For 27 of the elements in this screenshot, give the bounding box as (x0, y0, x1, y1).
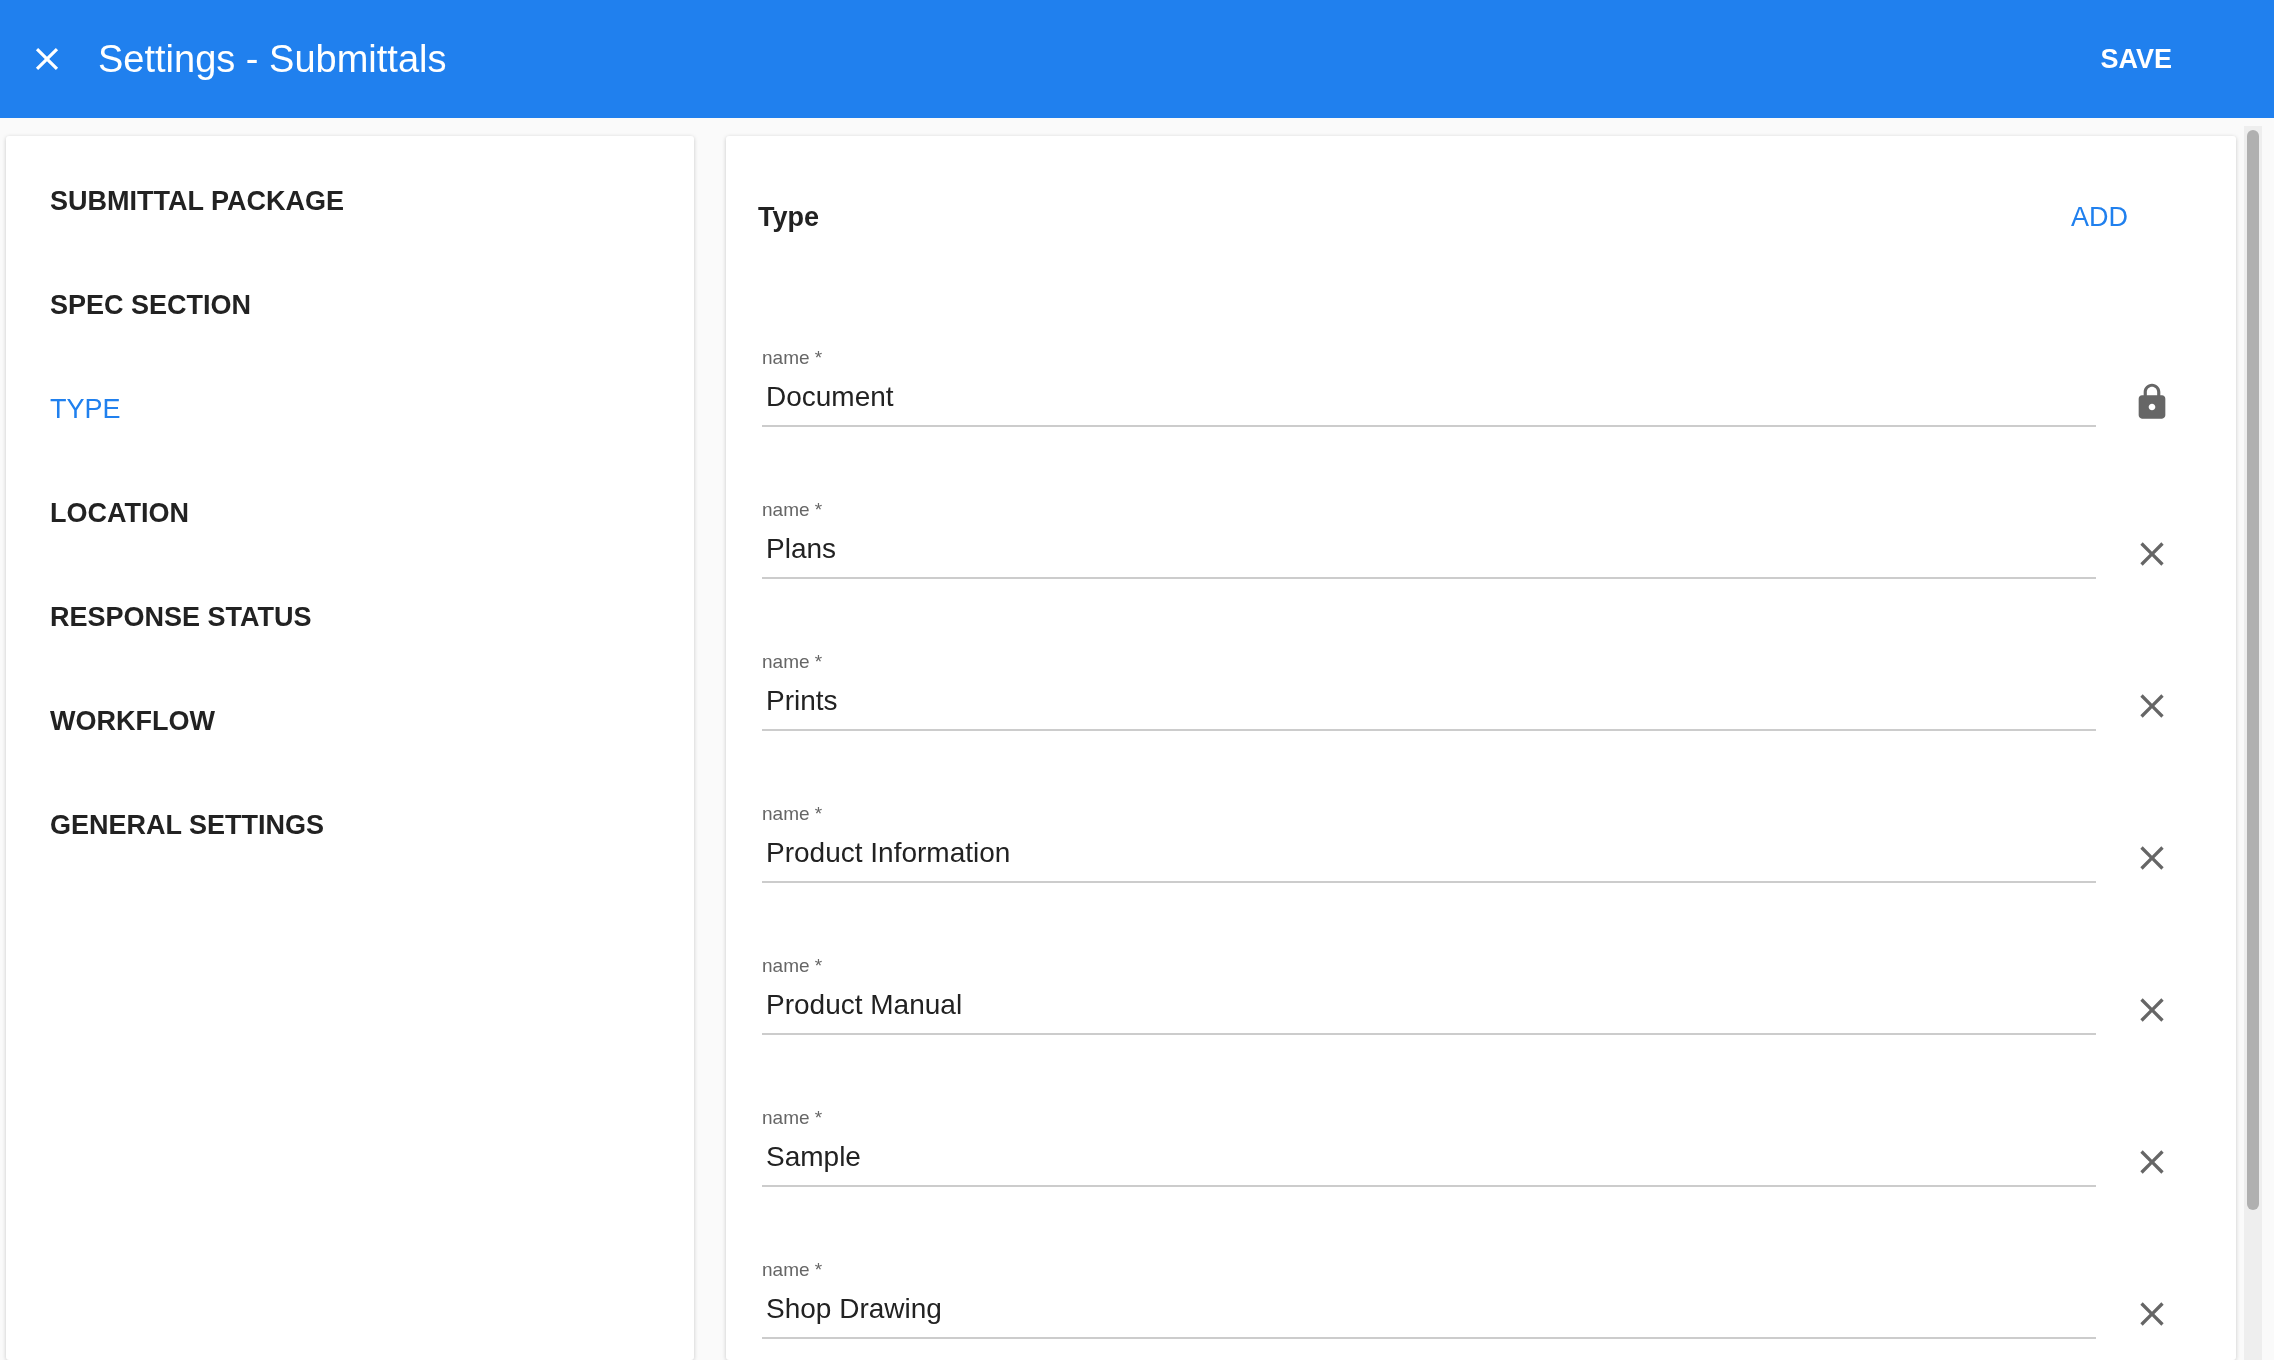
sidebar-item[interactable]: LOCATION (50, 494, 189, 532)
field-label: name * (762, 955, 823, 977)
scrollbar[interactable] (2244, 126, 2262, 1360)
save-button[interactable]: SAVE (2080, 33, 2192, 85)
field-label: name * (762, 499, 823, 521)
field-label: name * (762, 1107, 823, 1129)
sidebar-item[interactable]: SUBMITTAL PACKAGE (50, 182, 344, 220)
sidebar-item[interactable]: WORKFLOW (50, 702, 215, 740)
text-field[interactable]: Product Information (762, 833, 2096, 883)
field-label: name * (762, 651, 823, 673)
text-field[interactable]: Document (762, 377, 2096, 427)
text-field[interactable]: Prints (762, 681, 2096, 731)
field-label: name * (762, 1259, 823, 1281)
text-field[interactable]: Shop Drawing (762, 1289, 2096, 1339)
sidebar-item[interactable]: TYPE (50, 390, 121, 428)
sidebar-item[interactable]: SPEC SECTION (50, 286, 252, 324)
field-label: name * (762, 347, 823, 369)
sidebar-item[interactable]: RESPONSE STATUS (50, 598, 312, 636)
sidebar-item[interactable]: GENERAL SETTINGS (50, 806, 325, 844)
text-field[interactable]: Product Manual (762, 985, 2096, 1035)
add-button[interactable]: ADD (2063, 198, 2136, 237)
scrollbar-thumb[interactable] (2247, 130, 2259, 1210)
text-field[interactable]: Sample (762, 1137, 2096, 1187)
field-label: name * (762, 803, 823, 825)
section-title: Type (758, 202, 819, 233)
text-field[interactable]: Plans (762, 529, 2096, 579)
window-title: Settings - Submittals (98, 37, 448, 81)
